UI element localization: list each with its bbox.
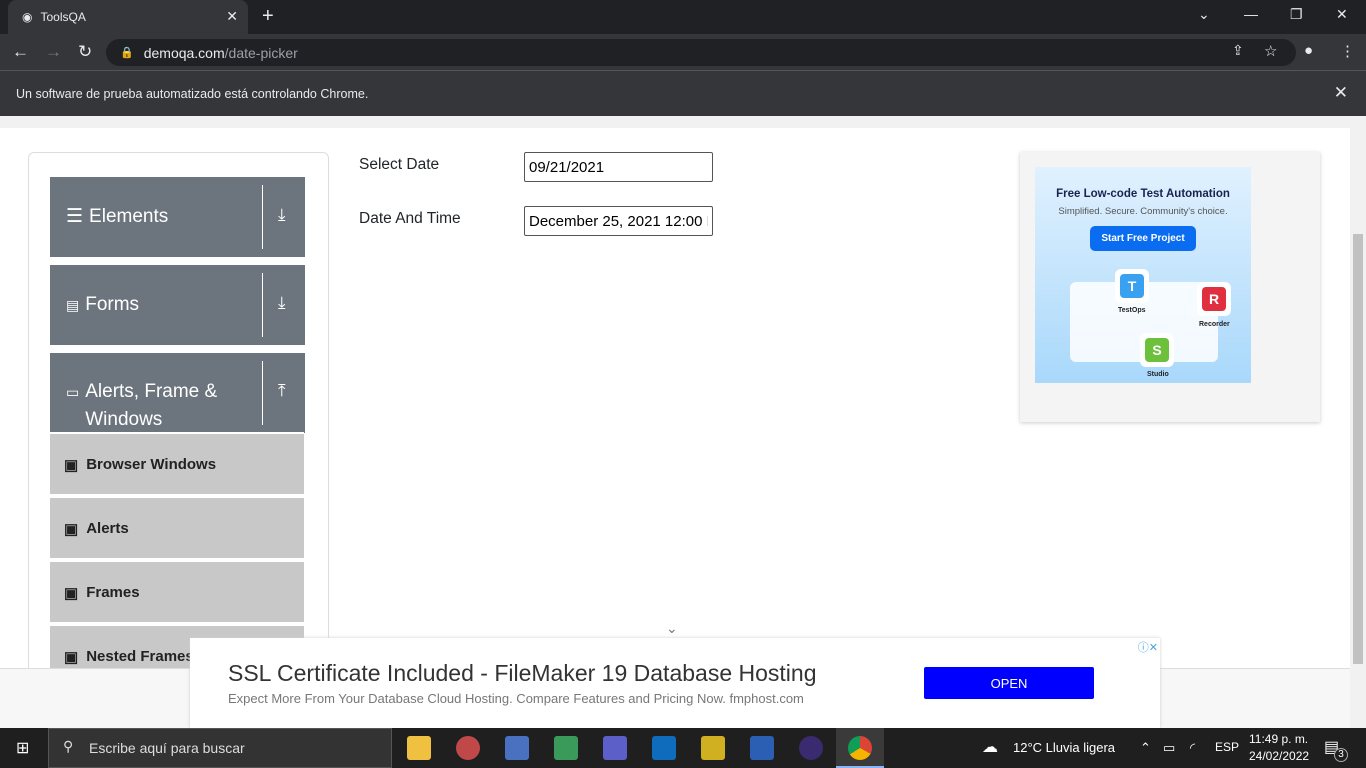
word-icon[interactable]	[750, 736, 774, 760]
group-label: Forms	[85, 294, 140, 315]
url-host: demoqa.com	[143, 44, 225, 61]
open-button[interactable]: OPEN	[924, 667, 1094, 699]
upload-arrow-icon: ⤒	[278, 381, 286, 400]
forward-button[interactable]: →	[45, 42, 62, 62]
cloud-rain-icon: ☁	[982, 739, 998, 756]
badge-label: TestOps	[1118, 307, 1146, 314]
item-label: Alerts	[86, 520, 129, 537]
sidebar-group-forms[interactable]: ▤ Forms ⤓	[50, 265, 305, 345]
html5-icon: ▣	[64, 521, 79, 538]
download-arrow-icon: ⤓	[278, 205, 286, 224]
new-tab-button[interactable]: +	[262, 5, 274, 28]
item-label: Browser Windows	[86, 456, 217, 473]
app-icon[interactable]	[456, 736, 480, 760]
badge-label: Studio	[1147, 371, 1169, 378]
ad-text: Expect More From Your Database Cloud Hos…	[228, 691, 804, 706]
tab-bar: ◉ ToolsQA ✕ + ⌄ — ❐ ✕	[0, 0, 1366, 34]
chrome-icon	[848, 736, 872, 760]
select-date-label: Select Date	[359, 156, 440, 173]
sidebar-group-alerts[interactable]: ▭ Alerts, Frame & Windows ⤒	[50, 353, 305, 433]
profile-icon[interactable]: ●	[1304, 42, 1313, 59]
taskbar: ⊞ ⚲ Escribe aquí para buscar ☁ 12°C Lluv…	[0, 728, 1366, 768]
file-explorer-icon[interactable]	[407, 736, 431, 760]
search-icon: ⚲	[63, 738, 74, 754]
window-icon: ▭	[66, 384, 80, 400]
ad-headline[interactable]: SSL Certificate Included - FileMaker 19 …	[228, 660, 817, 687]
date-time-label: Date And Time	[359, 210, 461, 227]
language-indicator[interactable]: ESP	[1215, 740, 1239, 754]
recorder-badge: R	[1197, 282, 1231, 316]
notification-count: 3	[1334, 748, 1348, 762]
globe-icon: ◉	[22, 10, 33, 24]
scrollbar-thumb[interactable]	[1353, 234, 1363, 664]
sidebar-item-frames[interactable]: ▣ Frames	[50, 560, 304, 622]
eclipse-icon[interactable]	[799, 736, 823, 760]
minimize-button[interactable]: —	[1244, 6, 1258, 22]
wifi-icon[interactable]: ◜	[1190, 740, 1195, 756]
outlook-icon[interactable]	[652, 736, 676, 760]
weather-text[interactable]: 12°C Lluvia ligera	[1013, 740, 1115, 755]
chevron-down-icon[interactable]: ⌄	[666, 620, 678, 637]
ad-title: Free Low-code Test Automation	[1056, 188, 1230, 200]
close-infobar-icon[interactable]: ✕	[1334, 83, 1348, 103]
sidebar-group-elements[interactable]: ☰ Elements ⤓	[50, 177, 305, 257]
html5-icon: ▣	[64, 585, 79, 602]
download-arrow-icon: ⤓	[278, 293, 286, 312]
header-banner	[0, 116, 1350, 128]
clock-date[interactable]: 24/02/2022	[1249, 749, 1309, 763]
app-icon[interactable]	[505, 736, 529, 760]
tab-title: ToolsQA	[40, 10, 86, 24]
studio-badge: S	[1140, 333, 1174, 367]
sidebar-item-alerts[interactable]: ▣ Alerts	[50, 496, 304, 558]
battery-icon[interactable]: ▭	[1163, 740, 1175, 756]
select-date-input[interactable]	[524, 152, 713, 182]
chrome-taskbar-button[interactable]	[836, 728, 884, 768]
sidebar-item-browser-windows[interactable]: ▣ Browser Windows	[50, 432, 304, 494]
ad-subtitle: Simplified. Secure. Community's choice.	[1058, 206, 1228, 217]
infobar-text: Un software de prueba automatizado está …	[16, 87, 369, 101]
close-window-button[interactable]: ✕	[1336, 6, 1348, 23]
share-icon[interactable]: ⇪	[1232, 42, 1244, 59]
lock-icon: 🔒	[120, 47, 134, 59]
automation-infobar: Un software de prueba automatizado está …	[0, 70, 1366, 116]
scrollbar[interactable]	[1350, 116, 1366, 728]
side-ad[interactable]: Free Low-code Test Automation Simplified…	[1020, 152, 1320, 422]
taskbar-search[interactable]: ⚲ Escribe aquí para buscar	[48, 728, 392, 768]
browser-toolbar: ← → ↻ 🔒 demoqa.com/date-picker ⇪ ☆ ● ⋮	[0, 34, 1366, 70]
hamburger-icon: ☰	[66, 206, 84, 227]
reload-button[interactable]: ↻	[78, 42, 92, 62]
close-tab-icon[interactable]: ✕	[226, 8, 238, 25]
menu-icon[interactable]: ⋮	[1340, 42, 1355, 60]
item-label: Frames	[86, 584, 140, 601]
search-placeholder: Escribe aquí para buscar	[89, 740, 245, 756]
html5-icon: ▣	[64, 457, 79, 474]
group-label: Elements	[89, 206, 169, 227]
address-bar[interactable]: 🔒 demoqa.com/date-picker	[106, 39, 1296, 66]
bottom-ad[interactable]: SSL Certificate Included - FileMaker 19 …	[190, 638, 1160, 728]
badge-label: Recorder	[1199, 321, 1230, 328]
start-free-project-button[interactable]: Start Free Project	[1090, 226, 1196, 251]
group-label: Alerts, Frame & Windows	[85, 381, 218, 430]
tab-search-icon[interactable]: ⌄	[1198, 6, 1210, 23]
clock-time[interactable]: 11:49 p. m.	[1249, 732, 1308, 746]
adchoices-close-icon[interactable]: ⓘ✕	[1138, 639, 1158, 655]
app-icon[interactable]	[554, 736, 578, 760]
back-button[interactable]: ←	[12, 42, 29, 62]
testops-badge: T	[1115, 269, 1149, 303]
windows-start-icon[interactable]: ⊞	[16, 738, 29, 758]
browser-tab[interactable]: ◉ ToolsQA ✕	[8, 0, 248, 34]
date-time-input[interactable]	[524, 206, 713, 236]
restore-button[interactable]: ❐	[1290, 6, 1303, 23]
app-icon[interactable]	[701, 736, 725, 760]
chevron-up-icon[interactable]: ⌃	[1140, 740, 1151, 756]
url-path: /date-picker	[224, 44, 298, 61]
bookmark-star-icon[interactable]: ☆	[1264, 42, 1277, 60]
form-icon: ▤	[66, 297, 80, 313]
teams-icon[interactable]	[603, 736, 627, 760]
